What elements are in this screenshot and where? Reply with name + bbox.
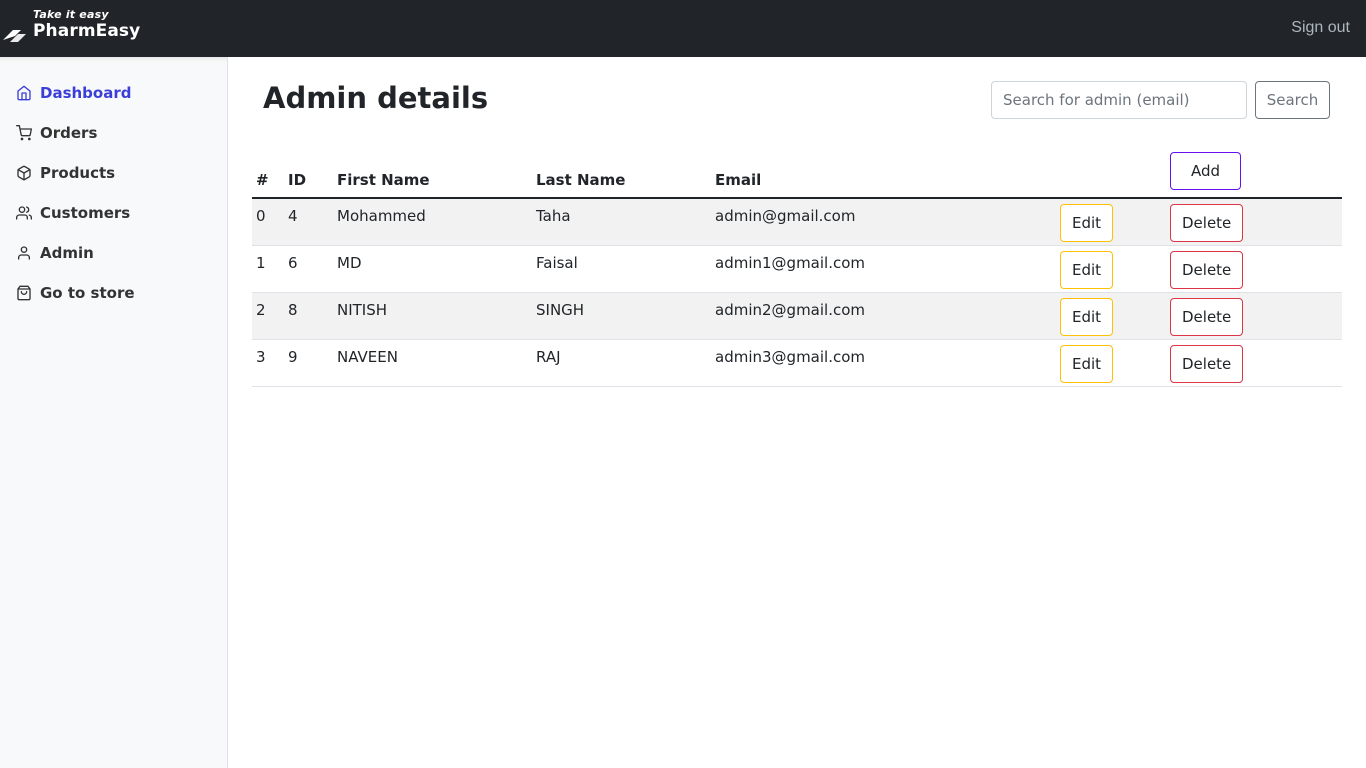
cell-last-name: Faisal — [532, 245, 711, 293]
sidebar-nav: Dashboard Orders Products Customers Admi… — [0, 73, 227, 313]
edit-button[interactable]: Edit — [1060, 204, 1114, 242]
cell-first-name: NAVEEN — [333, 339, 532, 387]
cell-id: 9 — [284, 339, 333, 387]
users-icon — [16, 205, 32, 221]
delete-button[interactable]: Delete — [1170, 204, 1244, 242]
table-row: 1 6 MD Faisal admin1@gmail.com Edit Dele… — [252, 245, 1342, 293]
cell-id: 4 — [284, 198, 333, 246]
table-row: 2 8 NITISH SINGH admin2@gmail.com Edit D… — [252, 292, 1342, 340]
sidebar-item-products[interactable]: Products — [0, 153, 227, 193]
delete-button[interactable]: Delete — [1170, 344, 1244, 383]
sidebar-item-label: Orders — [40, 124, 98, 142]
cell-edit: Edit — [1034, 245, 1167, 293]
sidebar: Dashboard Orders Products Customers Admi… — [0, 57, 228, 768]
main-content: Admin details Search # ID First Name Las… — [228, 57, 1366, 768]
package-icon — [16, 165, 32, 181]
cell-last-name: RAJ — [532, 339, 711, 387]
cell-id: 8 — [284, 292, 333, 340]
cell-delete: Delete — [1167, 245, 1342, 293]
column-header-last-name: Last Name — [532, 153, 711, 199]
sidebar-item-label: Go to store — [40, 284, 135, 302]
sidebar-item-label: Admin — [40, 244, 94, 262]
cell-delete: Delete — [1167, 292, 1342, 340]
cell-edit: Edit — [1034, 339, 1167, 387]
cell-first-name: MD — [333, 245, 532, 293]
user-icon — [16, 245, 32, 261]
sidebar-item-go-to-store[interactable]: Go to store — [0, 273, 227, 313]
cell-last-name: Taha — [532, 198, 711, 246]
column-header-add: Add — [1167, 152, 1342, 199]
sidebar-item-label: Customers — [40, 204, 131, 222]
brand-name: PharmEasy — [33, 21, 141, 41]
sidebar-item-dashboard[interactable]: Dashboard — [0, 73, 227, 113]
admin-table: # ID First Name Last Name Email Add 0 4 … — [252, 152, 1342, 387]
delete-button[interactable]: Delete — [1170, 250, 1244, 289]
column-header-edit — [1034, 153, 1167, 199]
page-title: Admin details — [263, 81, 489, 115]
cell-email: admin@gmail.com — [711, 198, 1034, 246]
cell-email: admin1@gmail.com — [711, 245, 1034, 293]
table-header-row: # ID First Name Last Name Email Add — [252, 152, 1342, 199]
cell-first-name: NITISH — [333, 292, 532, 340]
edit-button[interactable]: Edit — [1060, 250, 1114, 289]
cell-delete: Delete — [1167, 198, 1342, 246]
edit-button[interactable]: Edit — [1060, 297, 1114, 336]
column-header-id: ID — [284, 153, 333, 199]
brand-logo[interactable]: Take it easy PharmEasy — [0, 6, 160, 50]
table-row: 3 9 NAVEEN RAJ admin3@gmail.com Edit Del… — [252, 339, 1342, 387]
cell-index: 3 — [252, 339, 284, 387]
cell-last-name: SINGH — [532, 292, 711, 340]
brand-tagline: Take it easy — [33, 8, 109, 21]
cell-index: 2 — [252, 292, 284, 340]
sidebar-item-label: Dashboard — [40, 84, 132, 102]
table-row: 0 4 Mohammed Taha admin@gmail.com Edit D… — [252, 198, 1342, 246]
cell-index: 1 — [252, 245, 284, 293]
cell-email: admin3@gmail.com — [711, 339, 1034, 387]
pharmeasy-logo-icon — [3, 30, 26, 42]
search-input[interactable] — [991, 81, 1247, 119]
shopping-bag-icon — [16, 285, 32, 301]
top-navbar: Take it easy PharmEasy Sign out — [0, 0, 1366, 57]
home-icon — [16, 85, 32, 101]
sidebar-item-orders[interactable]: Orders — [0, 113, 227, 153]
cell-edit: Edit — [1034, 292, 1167, 340]
column-header-email: Email — [711, 153, 1034, 199]
cell-id: 6 — [284, 245, 333, 293]
search-button[interactable]: Search — [1255, 81, 1330, 119]
sidebar-item-admin[interactable]: Admin — [0, 233, 227, 273]
sidebar-item-label: Products — [40, 164, 116, 182]
add-admin-button[interactable]: Add — [1170, 152, 1241, 190]
sign-out-link[interactable]: Sign out — [1291, 19, 1350, 37]
cart-icon — [16, 125, 32, 141]
delete-button[interactable]: Delete — [1170, 297, 1244, 336]
cell-edit: Edit — [1034, 198, 1167, 246]
edit-button[interactable]: Edit — [1060, 344, 1114, 383]
cell-first-name: Mohammed — [333, 198, 532, 246]
cell-email: admin2@gmail.com — [711, 292, 1034, 340]
cell-delete: Delete — [1167, 339, 1342, 387]
column-header-first-name: First Name — [333, 153, 532, 199]
cell-index: 0 — [252, 198, 284, 246]
column-header-index: # — [252, 153, 284, 199]
sidebar-item-customers[interactable]: Customers — [0, 193, 227, 233]
